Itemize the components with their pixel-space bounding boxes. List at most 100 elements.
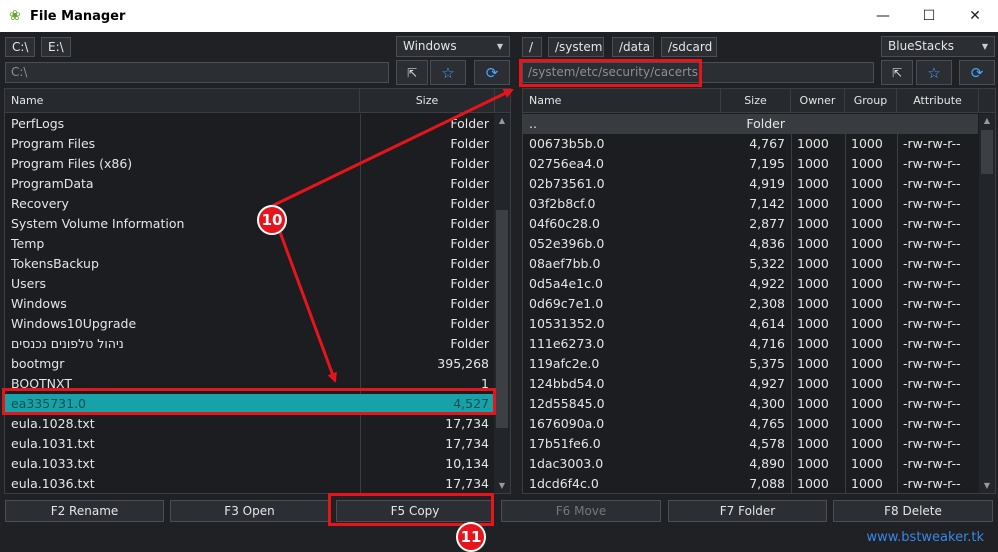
close-button[interactable]: ✕	[952, 0, 998, 32]
file-attribute: -rw-rw-r--	[903, 236, 961, 251]
select-cursor-icon: ⇱	[891, 65, 903, 80]
table-row[interactable]: 124bbd54.0 4,927 1000 1000 -rw-rw-r--	[523, 374, 978, 394]
chevron-down-icon: ▼	[496, 42, 503, 51]
table-row[interactable]: 04f60c28.0 2,877 1000 1000 -rw-rw-r--	[523, 214, 978, 234]
table-row[interactable]: 0d69c7e1.0 2,308 1000 1000 -rw-rw-r--	[523, 294, 978, 314]
scroll-thumb[interactable]	[496, 210, 508, 428]
table-row[interactable]: Program Files (x86) Folder	[5, 154, 493, 174]
table-row[interactable]: 119afc2e.0 5,375 1000 1000 -rw-rw-r--	[523, 354, 978, 374]
open-button[interactable]: F3 Open	[170, 500, 329, 522]
delete-button[interactable]: F8 Delete	[833, 500, 993, 522]
table-row[interactable]: Program Files Folder	[5, 134, 493, 154]
file-group: 1000	[851, 296, 883, 311]
file-name: 119afc2e.0	[529, 356, 600, 371]
column-size[interactable]: Size	[721, 89, 791, 113]
file-size: Folder	[746, 116, 785, 131]
table-row[interactable]: 02b73561.0 4,919 1000 1000 -rw-rw-r--	[523, 174, 978, 194]
column-size[interactable]: Size	[360, 89, 495, 113]
table-row[interactable]: Windows Folder	[5, 294, 493, 314]
file-size: Folder	[450, 196, 489, 211]
right-refresh-button[interactable]: ⟳	[959, 60, 995, 85]
refresh-icon: ⟳	[970, 63, 984, 82]
move-button[interactable]: F6 Move	[501, 500, 661, 522]
file-attribute: -rw-rw-r--	[903, 276, 961, 291]
table-row[interactable]: 17b51fe6.0 4,578 1000 1000 -rw-rw-r--	[523, 434, 978, 454]
file-attribute: -rw-rw-r--	[903, 436, 961, 451]
table-row[interactable]: 08aef7bb.0 5,322 1000 1000 -rw-rw-r--	[523, 254, 978, 274]
path-data-button[interactable]: /data	[612, 37, 654, 57]
table-row[interactable]: 03f2b8cf.0 7,142 1000 1000 -rw-rw-r--	[523, 194, 978, 214]
file-attribute: -rw-rw-r--	[903, 376, 961, 391]
selected-file-highlight-box	[2, 388, 496, 415]
table-row[interactable]: 02756ea4.0 7,195 1000 1000 -rw-rw-r--	[523, 154, 978, 174]
table-row[interactable]: 1dac3003.0 4,890 1000 1000 -rw-rw-r--	[523, 454, 978, 474]
table-row[interactable]: eula.1036.txt 17,734	[5, 474, 493, 493]
path-system-button[interactable]: /system	[548, 37, 604, 57]
table-row[interactable]: Recovery Folder	[5, 194, 493, 214]
drive-e-button[interactable]: E:\	[41, 37, 71, 57]
left-refresh-button[interactable]: ⟳	[474, 60, 510, 85]
table-row[interactable]: Temp Folder	[5, 234, 493, 254]
table-row[interactable]: eula.1031.txt 17,734	[5, 434, 493, 454]
table-row[interactable]: 1676090a.0 4,765 1000 1000 -rw-rw-r--	[523, 414, 978, 434]
right-location-value: BlueStacks	[888, 39, 955, 53]
table-row[interactable]: bootmgr 395,268	[5, 354, 493, 374]
scroll-down-icon[interactable]: ▼	[979, 479, 995, 493]
path-root-button[interactable]: /	[522, 37, 542, 57]
table-row[interactable]: eula.1028.txt 17,734	[5, 414, 493, 434]
left-location-select[interactable]: Windows ▼	[396, 36, 510, 57]
new-folder-button[interactable]: F7 Folder	[668, 500, 827, 522]
right-location-select[interactable]: BlueStacks ▼	[881, 36, 995, 57]
scroll-thumb[interactable]	[981, 130, 993, 174]
scroll-up-icon[interactable]: ▲	[494, 114, 510, 128]
file-owner: 1000	[797, 416, 829, 431]
step-badge-11: 11	[456, 522, 486, 552]
column-name[interactable]: Name	[523, 89, 721, 113]
table-row[interactable]: 10531352.0 4,614 1000 1000 -rw-rw-r--	[523, 314, 978, 334]
file-attribute: -rw-rw-r--	[903, 156, 961, 171]
file-name: 02756ea4.0	[529, 156, 604, 171]
scroll-down-icon[interactable]: ▼	[494, 479, 510, 493]
right-select-button[interactable]: ⇱	[881, 60, 913, 85]
file-group: 1000	[851, 176, 883, 191]
table-row[interactable]: Windows10Upgrade Folder	[5, 314, 493, 334]
table-row[interactable]: 111e6273.0 4,716 1000 1000 -rw-rw-r--	[523, 334, 978, 354]
file-owner: 1000	[797, 216, 829, 231]
rename-button[interactable]: F2 Rename	[5, 500, 164, 522]
file-name: eula.1036.txt	[11, 476, 95, 491]
minimize-button[interactable]: —	[860, 0, 906, 32]
column-group[interactable]: Group	[845, 89, 897, 113]
file-owner: 1000	[797, 436, 829, 451]
file-owner: 1000	[797, 196, 829, 211]
table-row[interactable]: PerfLogs Folder	[5, 114, 493, 134]
maximize-button[interactable]: ☐	[906, 0, 952, 32]
table-row[interactable]: ProgramData Folder	[5, 174, 493, 194]
left-select-button[interactable]: ⇱	[396, 60, 428, 85]
right-scrollbar[interactable]: ▲ ▼	[979, 114, 995, 493]
table-row[interactable]: System Volume Information Folder	[5, 214, 493, 234]
column-owner[interactable]: Owner	[791, 89, 845, 113]
left-path-input[interactable]: C:\	[5, 62, 389, 83]
table-row[interactable]: 052e396b.0 4,836 1000 1000 -rw-rw-r--	[523, 234, 978, 254]
table-row[interactable]: 1dcd6f4c.0 7,088 1000 1000 -rw-rw-r--	[523, 474, 978, 493]
file-size: 4,927	[749, 376, 785, 391]
drive-c-button[interactable]: C:\	[5, 37, 35, 57]
file-owner: 1000	[797, 296, 829, 311]
right-favorite-button[interactable]: ☆	[916, 60, 952, 85]
table-row[interactable]: Users Folder	[5, 274, 493, 294]
table-row[interactable]: 00673b5b.0 4,767 1000 1000 -rw-rw-r--	[523, 134, 978, 154]
parent-directory-row[interactable]: .. Folder	[523, 114, 978, 134]
table-row[interactable]: 12d55845.0 4,300 1000 1000 -rw-rw-r--	[523, 394, 978, 414]
table-row[interactable]: 0d5a4e1c.0 4,922 1000 1000 -rw-rw-r--	[523, 274, 978, 294]
path-sdcard-button[interactable]: /sdcard	[661, 37, 717, 57]
file-size: Folder	[450, 236, 489, 251]
left-scrollbar[interactable]: ▲ ▼	[494, 114, 510, 493]
table-row[interactable]: ניהול טלפונים נכנסים Folder	[5, 334, 493, 354]
column-attribute[interactable]: Attribute	[897, 89, 979, 113]
table-row[interactable]: eula.1033.txt 10,134	[5, 454, 493, 474]
column-name[interactable]: Name	[5, 89, 360, 113]
table-row[interactable]: TokensBackup Folder	[5, 254, 493, 274]
file-owner: 1000	[797, 336, 829, 351]
left-favorite-button[interactable]: ☆	[430, 60, 466, 85]
scroll-up-icon[interactable]: ▲	[979, 114, 995, 128]
